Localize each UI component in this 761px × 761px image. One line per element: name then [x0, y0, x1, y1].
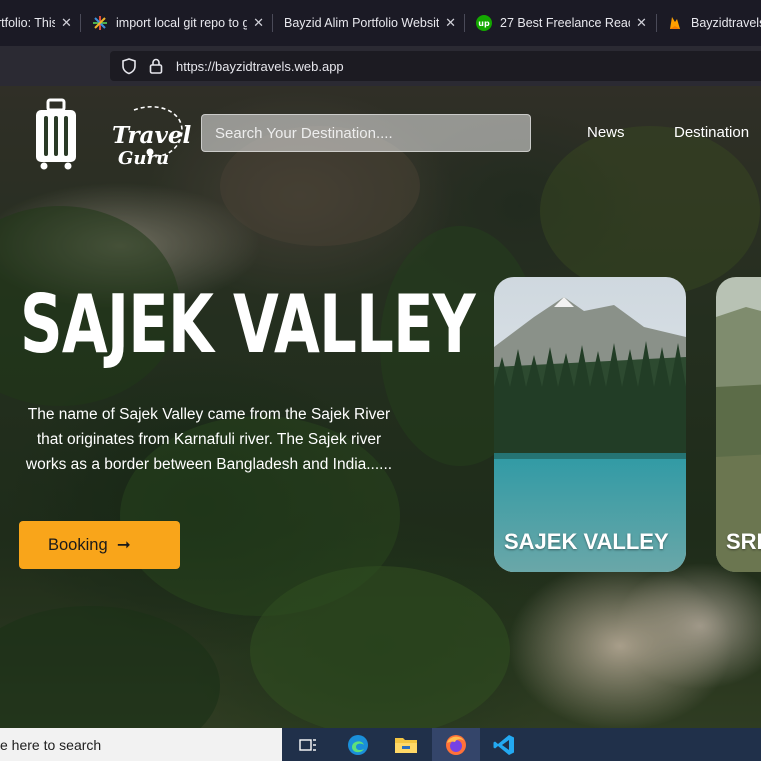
arrow-right-icon: ➞: [112, 536, 131, 554]
logo-text: Travel: [112, 122, 192, 149]
tab-close-icon[interactable]: ✕: [61, 15, 72, 31]
upwork-favicon-icon: up: [476, 15, 492, 31]
travel-guru-logo[interactable]: Travel Guru: [34, 96, 194, 171]
tab-close-icon[interactable]: ✕: [445, 15, 456, 31]
tab-portfolio[interactable]: rtfolio: This ✕: [0, 4, 75, 42]
card-label: SRE: [726, 529, 761, 554]
tab-title: Bayzid Alim Portfolio Website: [284, 16, 440, 30]
taskbar-search-box[interactable]: e here to search: [0, 728, 282, 761]
tab-freelance-react[interactable]: up 27 Best Freelance React.js ✕: [476, 4, 648, 42]
task-view-icon[interactable]: [284, 728, 332, 761]
tab-title: import local git repo to gi: [116, 16, 248, 30]
shield-icon[interactable]: [120, 57, 138, 75]
nav-link-destination[interactable]: Destination: [674, 124, 749, 141]
tab-title: Bayzidtravels -: [691, 16, 761, 30]
destination-card-sre[interactable]: SRE: [716, 277, 761, 572]
tab-import-git[interactable]: import local git repo to gi ✕: [92, 4, 264, 42]
card-image: [494, 277, 686, 572]
suitcase-icon: [36, 98, 76, 170]
git-favicon-icon: [92, 15, 108, 31]
tab-close-icon[interactable]: ✕: [253, 15, 264, 31]
destination-search-input[interactable]: [201, 114, 531, 152]
browser-toolbar: https://bayzidtravels.web.app: [0, 46, 761, 86]
logo-text: Guru: [118, 148, 170, 169]
lock-icon[interactable]: [148, 57, 164, 75]
edge-icon[interactable]: [334, 728, 382, 761]
hero-description: The name of Sajek Valley came from the S…: [25, 406, 393, 473]
tab-bayzidtravels[interactable]: Bayzidtravels -: [667, 4, 761, 42]
nav-link-news[interactable]: News: [587, 124, 625, 141]
card-label: SAJEK VALLEY: [504, 529, 669, 554]
file-explorer-icon[interactable]: [382, 728, 430, 761]
tab-title: 27 Best Freelance React.js: [500, 16, 630, 30]
card-image: [716, 277, 761, 572]
firefox-icon[interactable]: [432, 728, 480, 761]
address-bar[interactable]: https://bayzidtravels.web.app: [110, 51, 761, 81]
browser-tab-strip: rtfolio: This ✕ import local git repo to…: [0, 0, 761, 46]
hero-title: SAJEK VALLEY: [20, 278, 476, 371]
booking-button[interactable]: Booking ➞: [19, 521, 180, 569]
hero-section: Travel Guru News Destination SAJEK VALLE…: [0, 86, 761, 728]
tab-title: rtfolio: This: [0, 16, 55, 30]
url-text[interactable]: https://bayzidtravels.web.app: [176, 59, 344, 74]
tab-bayzid-portfolio[interactable]: Bayzid Alim Portfolio Website ✕: [284, 4, 456, 42]
booking-button-label: Booking: [48, 536, 108, 554]
taskbar-search-text: e here to search: [0, 736, 102, 753]
firebase-favicon-icon: [667, 15, 683, 31]
tab-close-icon[interactable]: ✕: [636, 15, 647, 31]
destination-card-sajek-valley[interactable]: SAJEK VALLEY: [494, 277, 686, 572]
svg-text:up: up: [478, 19, 490, 28]
vscode-icon[interactable]: [480, 728, 528, 761]
windows-taskbar: e here to search: [0, 728, 761, 761]
